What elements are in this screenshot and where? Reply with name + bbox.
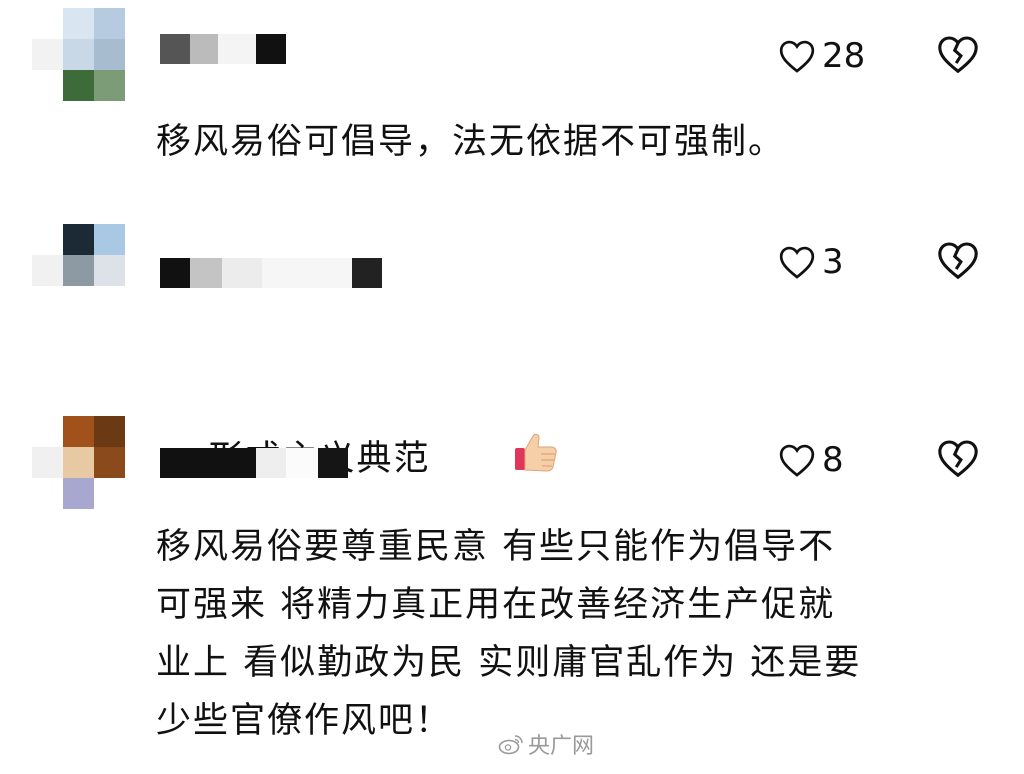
avatar[interactable] [32, 416, 125, 509]
weibo-logo-icon [498, 735, 523, 755]
like-count: 3 [822, 242, 844, 282]
heart-outline-icon [779, 444, 815, 477]
watermark: 央广网 [498, 728, 594, 760]
comment-text: 移风易俗可倡导，法无依据不可强制。 [156, 122, 786, 162]
dislike-button[interactable] [936, 34, 980, 78]
username-redacted[interactable] [160, 258, 382, 288]
like-count: 28 [822, 36, 866, 76]
heart-outline-icon [779, 246, 815, 279]
avatar[interactable] [32, 8, 125, 101]
like-button[interactable]: 8 [778, 440, 844, 480]
broken-heart-icon [938, 440, 978, 478]
like-button[interactable]: 28 [778, 36, 865, 76]
watermark-label: 央广网 [528, 734, 595, 759]
like-button[interactable]: 3 [778, 242, 844, 282]
username-redacted[interactable] [160, 34, 286, 64]
broken-heart-icon [938, 36, 978, 74]
like-count: 8 [822, 440, 844, 480]
comment-text: 移风易俗要尊重民意 有些只能作为倡导不 可强来 将精力真正用在改善经济生产促就 … [156, 527, 862, 741]
dislike-button[interactable] [936, 240, 980, 284]
heart-outline-icon [779, 40, 815, 73]
avatar[interactable] [32, 224, 125, 286]
broken-heart-icon [938, 242, 978, 280]
dislike-button[interactable] [936, 438, 980, 482]
username-redacted[interactable] [160, 448, 348, 478]
